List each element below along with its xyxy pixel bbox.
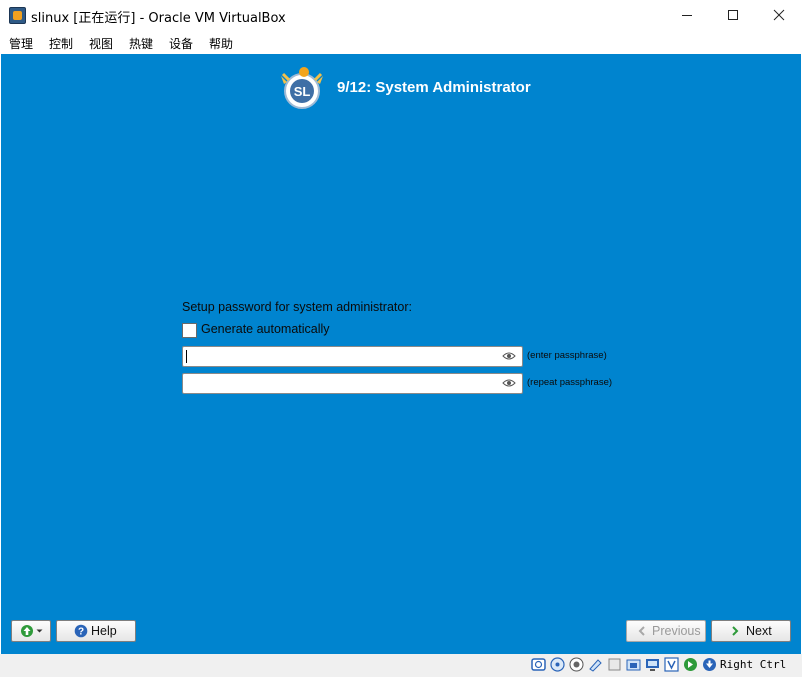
host-key-label: Right Ctrl [720, 658, 787, 671]
password-prompt: Setup password for system administrator: [182, 300, 412, 314]
menu-help[interactable]: 帮助 [209, 35, 233, 52]
chevron-down-icon [36, 629, 42, 633]
maximize-button[interactable] [710, 0, 756, 30]
audio-icon[interactable] [569, 657, 584, 672]
help-icon: ? [74, 624, 88, 638]
menu-view[interactable]: 视图 [89, 35, 113, 52]
virtualbox-app-icon [9, 7, 26, 24]
menu-bar: 管理 控制 视图 热键 设备 帮助 [0, 30, 802, 54]
password-hint: (enter passphrase) [527, 350, 607, 361]
optical-drive-icon[interactable] [550, 657, 565, 672]
mouse-integration-icon[interactable] [683, 657, 698, 672]
video-capture-icon[interactable] [664, 657, 679, 672]
display-icon[interactable] [645, 657, 660, 672]
usb-icon[interactable] [607, 657, 622, 672]
minimize-icon [682, 15, 692, 16]
guest-display[interactable]: SL 9/12: System Administrator Setup pass… [1, 54, 801, 654]
right-arrow-icon [732, 626, 739, 636]
svg-text:SL: SL [294, 84, 311, 99]
hard-disk-icon[interactable] [531, 657, 546, 672]
installer-step-title: 9/12: System Administrator [337, 79, 531, 96]
show-password-eye-icon[interactable] [502, 351, 516, 361]
menu-manage[interactable]: 管理 [9, 35, 33, 52]
left-arrow-icon [638, 626, 645, 636]
svg-text:?: ? [78, 627, 84, 638]
previous-button-label: Previous [652, 624, 701, 638]
minimize-button[interactable] [664, 0, 710, 30]
close-icon [773, 9, 785, 21]
close-button[interactable] [756, 0, 802, 30]
window-title: slinux [正在运行] - Oracle VM VirtualBox [31, 11, 286, 26]
repeat-password-hint: (repeat passphrase) [527, 377, 613, 388]
keyboard-icon[interactable] [702, 657, 717, 672]
show-repeat-password-eye-icon[interactable] [502, 378, 516, 388]
next-button[interactable]: Next [711, 620, 791, 642]
maximize-icon [728, 10, 738, 20]
window-titlebar: slinux [正在运行] - Oracle VM VirtualBox [0, 0, 802, 30]
next-button-label: Next [746, 624, 772, 638]
text-cursor [186, 350, 187, 363]
menu-hotkeys[interactable]: 热键 [129, 35, 153, 52]
password-field[interactable] [182, 346, 523, 367]
up-arrow-circle-icon [20, 625, 33, 637]
network-icon[interactable] [588, 657, 603, 672]
scientific-linux-logo-icon: SL [281, 67, 323, 109]
vm-status-bar: Right Ctrl [0, 654, 802, 677]
generate-automatically-label[interactable]: Generate automatically [201, 322, 330, 336]
shared-folders-icon[interactable] [626, 657, 641, 672]
menu-control[interactable]: 控制 [49, 35, 73, 52]
help-button[interactable]: ? Help [56, 620, 136, 642]
help-button-label: Help [91, 624, 117, 638]
repeat-password-field[interactable] [182, 373, 523, 394]
generate-automatically-checkbox[interactable] [182, 323, 197, 338]
menu-devices[interactable]: 设备 [169, 35, 193, 52]
previous-button[interactable]: Previous [626, 620, 706, 642]
language-menu-button[interactable] [11, 620, 51, 642]
